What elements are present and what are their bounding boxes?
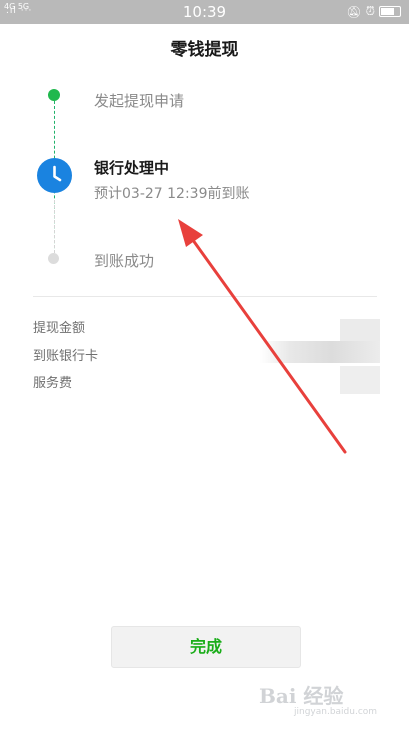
watermark-url: jingyan.baidu.com: [294, 707, 378, 717]
baidu-watermark: Bai 经验 jingyan.baidu.com: [259, 680, 379, 720]
watermark-brand: Bai 经验: [259, 684, 344, 708]
annotation-arrow: [178, 219, 347, 454]
done-button[interactable]: 完成: [111, 626, 301, 668]
